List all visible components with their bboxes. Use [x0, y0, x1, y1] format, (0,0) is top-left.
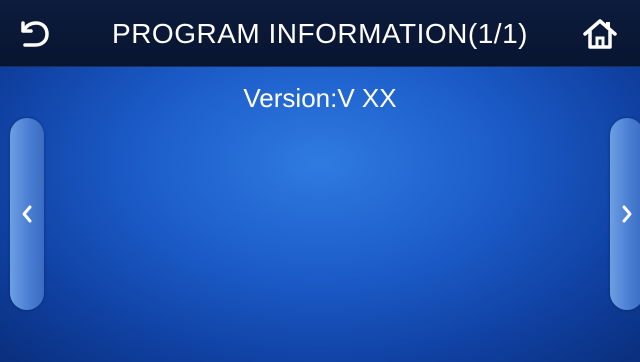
home-icon [583, 19, 617, 49]
screen: PROGRAM INFORMATION(1/1) Version:V XX [0, 0, 640, 362]
home-button[interactable] [580, 14, 620, 54]
back-arrow-icon [21, 21, 49, 47]
top-bar: PROGRAM INFORMATION(1/1) [0, 0, 640, 67]
version-label: Version:V XX [243, 83, 397, 113]
next-page-button[interactable] [610, 118, 640, 310]
chevron-right-icon [622, 205, 632, 223]
back-button[interactable] [14, 14, 54, 54]
chevron-left-icon [22, 205, 32, 223]
prev-page-button[interactable] [10, 118, 44, 310]
page-title: PROGRAM INFORMATION(1/1) [112, 18, 528, 49]
